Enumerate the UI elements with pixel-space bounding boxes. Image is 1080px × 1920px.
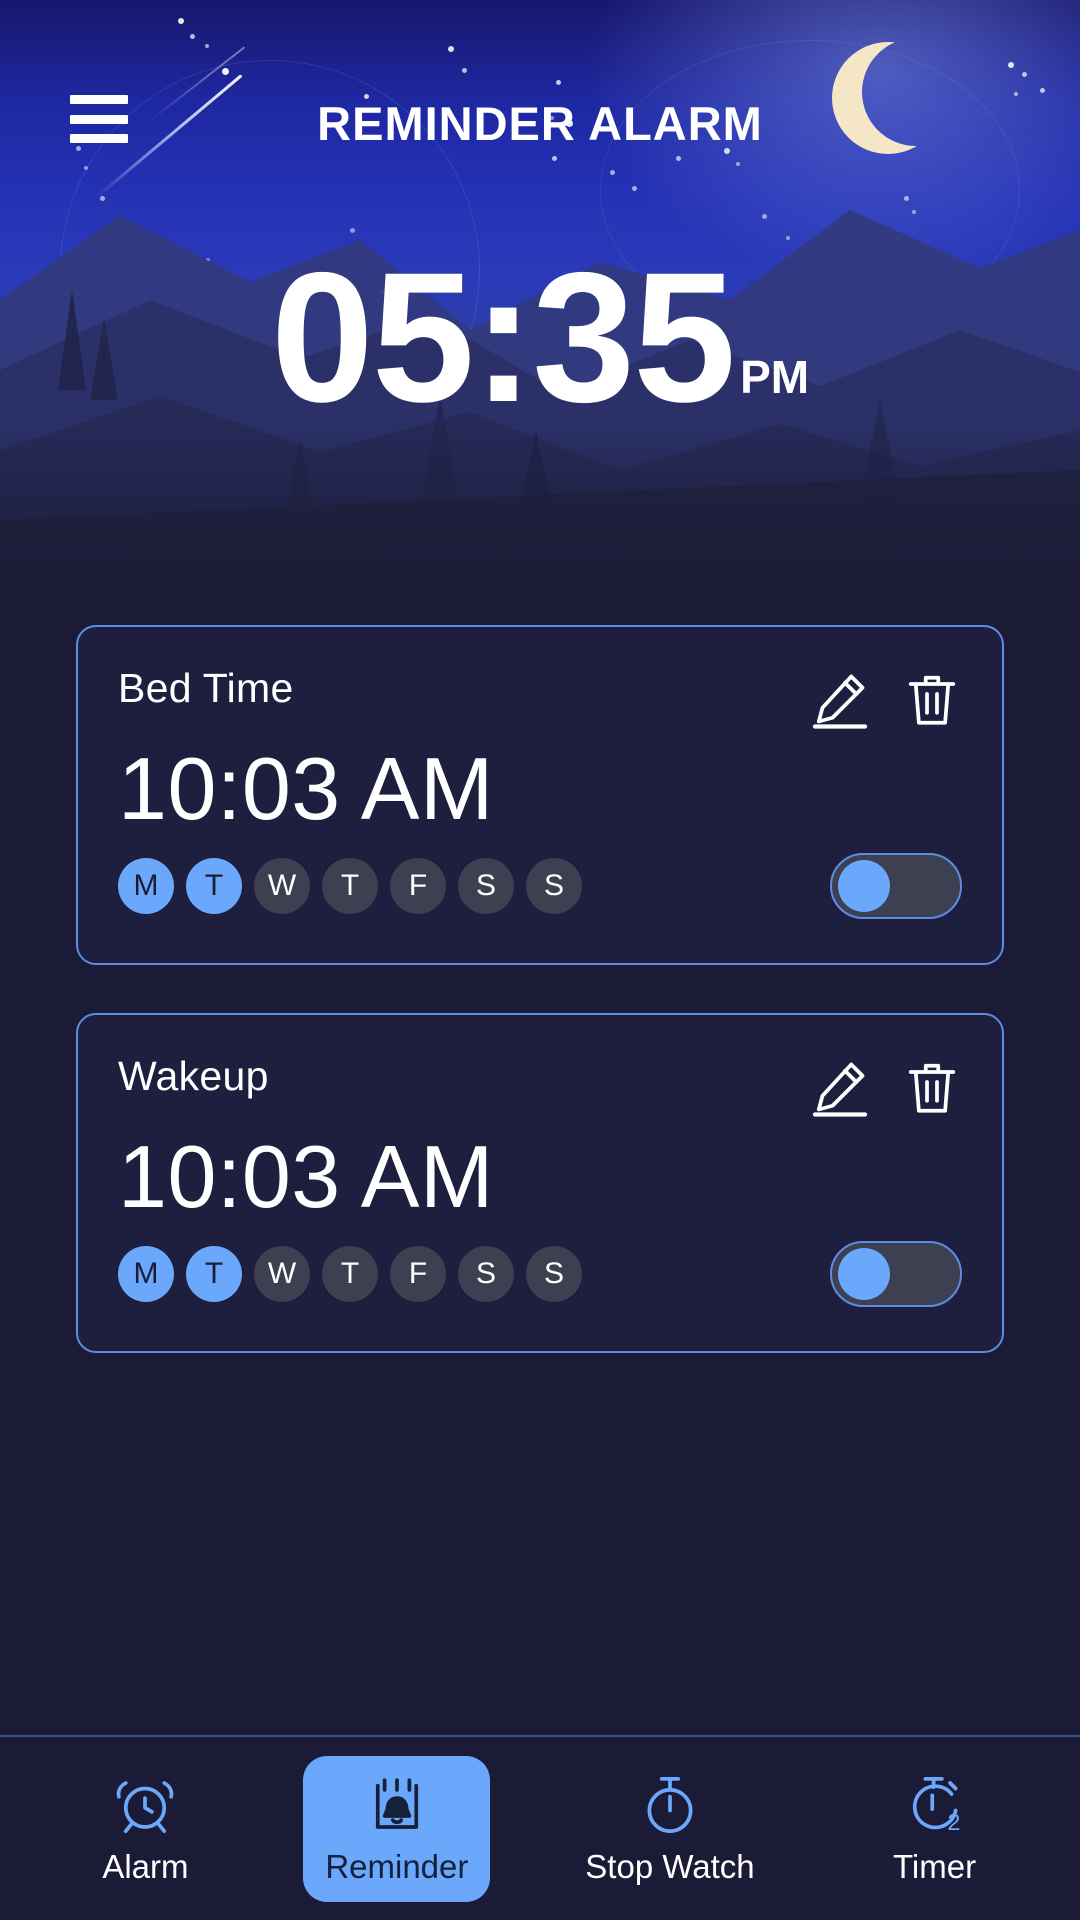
nav-item-label: Stop Watch <box>585 1847 755 1885</box>
alarm-card-footer: MTWTFSS <box>118 853 962 920</box>
alarm-time: 10:03 AM <box>118 739 494 838</box>
alarm-card-header: Wakeup <box>118 1053 962 1117</box>
alarm-card[interactable]: Bed Time 10:03 AM M T W T F S S <box>76 625 1004 965</box>
day-toggle-2[interactable]: W <box>254 858 310 915</box>
toggle-knob <box>838 860 890 913</box>
alarm-label: Bed Time <box>118 665 294 711</box>
alarm-card-header: Bed Time <box>118 665 962 729</box>
nav-item-label: Alarm <box>102 1847 189 1885</box>
day-toggle-4[interactable]: F <box>390 858 446 915</box>
day-toggle-5[interactable]: S <box>458 1246 514 1303</box>
trash-delete-icon[interactable] <box>902 669 962 729</box>
svg-text:2: 2 <box>947 1808 960 1834</box>
day-toggle-2[interactable]: W <box>254 1246 310 1303</box>
day-toggle-3[interactable]: T <box>322 858 378 915</box>
nav-item-label: Timer <box>892 1847 977 1885</box>
hero-bottom-fade <box>0 420 1080 620</box>
alarm-enable-toggle[interactable] <box>830 853 962 920</box>
alarm-clock-icon <box>112 1772 178 1838</box>
pencil-edit-icon[interactable] <box>810 1057 870 1117</box>
day-toggle-6[interactable]: S <box>526 1246 582 1303</box>
nav-item-label: Reminder <box>325 1847 469 1885</box>
nav-item-timer[interactable]: 2 Timer <box>850 1756 1020 1902</box>
nav-item-stop-watch[interactable]: Stop Watch <box>563 1756 776 1902</box>
repeat-days: MTWTFSS <box>118 1246 582 1303</box>
day-toggle-0[interactable]: M <box>118 1246 174 1303</box>
alarm-label: Wakeup <box>118 1053 269 1099</box>
stopwatch-icon <box>637 1772 703 1838</box>
alarm-card-footer: MTWTFSS <box>118 1241 962 1308</box>
current-time-ampm: PM <box>740 351 810 404</box>
toggle-knob <box>838 1248 890 1301</box>
day-toggle-4[interactable]: F <box>390 1246 446 1303</box>
day-toggle-1[interactable]: T <box>186 1246 242 1303</box>
alarm-card[interactable]: Wakeup 10:03 AM M T W T F S S <box>76 1013 1004 1353</box>
current-time-value: 05:35 <box>270 235 736 441</box>
day-toggle-0[interactable]: M <box>118 858 174 915</box>
repeat-days: MTWTFSS <box>118 858 582 915</box>
timer-2-icon: 2 <box>902 1772 968 1838</box>
calendar-bell-icon <box>364 1772 430 1838</box>
alarm-app-screen: REMINDER ALARM 05:35 PM Bed Time 10:03 A… <box>0 0 1080 1920</box>
trash-delete-icon[interactable] <box>902 1057 962 1117</box>
page-title: REMINDER ALARM <box>317 97 763 150</box>
alarm-enable-toggle[interactable] <box>830 1241 962 1308</box>
day-toggle-3[interactable]: T <box>322 1246 378 1303</box>
top-app-bar: REMINDER ALARM <box>0 0 1080 200</box>
day-toggle-5[interactable]: S <box>458 858 514 915</box>
day-toggle-6[interactable]: S <box>526 858 582 915</box>
alarm-card-actions <box>810 669 962 729</box>
bottom-navigation-bar: Alarm Reminder Stop Watch 2 Timer <box>0 1735 1080 1920</box>
alarm-card-actions <box>810 1057 962 1117</box>
day-toggle-1[interactable]: T <box>186 858 242 915</box>
nav-item-alarm[interactable]: Alarm <box>60 1756 230 1902</box>
alarm-time: 10:03 AM <box>118 1127 494 1226</box>
pencil-edit-icon[interactable] <box>810 669 870 729</box>
alarm-list: Bed Time 10:03 AM M T W T F S S Wakeup 10:03 AM M… <box>0 625 1080 1401</box>
nav-item-reminder[interactable]: Reminder <box>303 1755 491 1902</box>
current-time-display: 05:35 PM <box>0 235 1080 441</box>
